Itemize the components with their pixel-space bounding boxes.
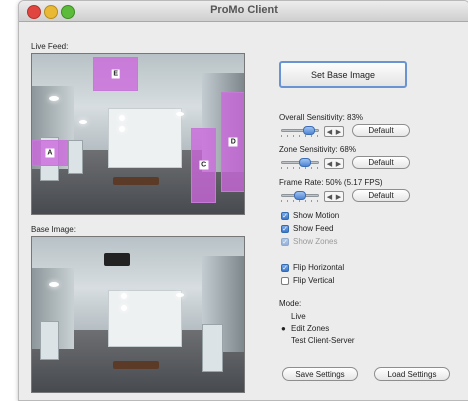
flip-vertical-checkbox[interactable]: Flip Vertical bbox=[281, 276, 334, 285]
zone-d-overlay[interactable]: D bbox=[220, 92, 244, 192]
frame-rate-slider[interactable] bbox=[281, 191, 319, 202]
projector-object bbox=[104, 252, 130, 267]
set-base-image-button[interactable]: Set Base Image bbox=[279, 61, 407, 88]
title-bar[interactable]: ProMo Client bbox=[19, 1, 468, 22]
overall-sensitivity-stepper[interactable]: ◀ ▶ bbox=[324, 126, 344, 137]
zone-e-overlay[interactable]: E bbox=[93, 57, 138, 92]
mode-option-live[interactable]: Live bbox=[281, 312, 306, 321]
mode-option-test-client-server[interactable]: Test Client-Server bbox=[281, 336, 355, 345]
live-feed-view[interactable]: E A C D bbox=[31, 53, 245, 215]
zone-c-overlay[interactable]: C bbox=[191, 127, 217, 204]
base-image-label: Base Image: bbox=[31, 225, 76, 234]
frame-rate-knob[interactable] bbox=[294, 191, 306, 200]
show-zones-checkbox: ✓ Show Zones bbox=[281, 237, 338, 246]
checkmark-icon: ✓ bbox=[281, 263, 289, 272]
frame-rate-default-button[interactable]: Default bbox=[352, 189, 410, 202]
mode-option-edit-zones[interactable]: ● Edit Zones bbox=[281, 324, 329, 333]
overall-sensitivity-knob[interactable] bbox=[302, 126, 315, 135]
zone-a-overlay[interactable]: A bbox=[32, 140, 68, 167]
zone-sensitivity-label: Zone Sensitivity: 68% bbox=[279, 145, 356, 154]
zone-sensitivity-stepper[interactable]: ◀ ▶ bbox=[324, 158, 344, 169]
window-title: ProMo Client bbox=[210, 4, 278, 16]
checkmark-icon: ✓ bbox=[281, 237, 289, 246]
overall-sensitivity-label: Overall Sensitivity: 83% bbox=[279, 113, 364, 122]
flip-horizontal-checkbox[interactable]: ✓ Flip Horizontal bbox=[281, 263, 344, 272]
base-image-view bbox=[31, 236, 245, 393]
save-settings-button[interactable]: Save Settings bbox=[282, 367, 358, 381]
zone-sensitivity-slider[interactable] bbox=[281, 158, 319, 169]
load-settings-button[interactable]: Load Settings bbox=[374, 367, 450, 381]
show-feed-checkbox[interactable]: ✓ Show Feed bbox=[281, 224, 333, 233]
app-window: ProMo Client Live Feed: E A C D Base Ima… bbox=[18, 0, 468, 401]
show-motion-checkbox[interactable]: ✓ Show Motion bbox=[281, 211, 339, 220]
frame-rate-label: Frame Rate: 50% (5.17 FPS) bbox=[279, 178, 383, 187]
overall-sensitivity-default-button[interactable]: Default bbox=[352, 124, 410, 137]
checkmark-icon: ✓ bbox=[281, 224, 289, 233]
checkmark-icon: ✓ bbox=[281, 211, 289, 220]
overall-sensitivity-slider[interactable] bbox=[281, 126, 319, 137]
frame-rate-stepper[interactable]: ◀ ▶ bbox=[324, 191, 344, 202]
selected-bullet-icon: ● bbox=[281, 324, 286, 333]
zone-sensitivity-knob[interactable] bbox=[298, 158, 311, 167]
mode-label: Mode: bbox=[279, 299, 302, 308]
zone-sensitivity-default-button[interactable]: Default bbox=[352, 156, 410, 169]
live-feed-label: Live Feed: bbox=[31, 42, 69, 51]
